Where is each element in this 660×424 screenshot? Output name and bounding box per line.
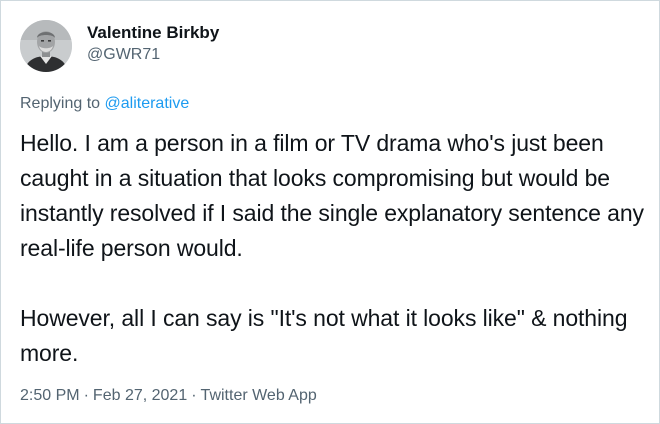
tweet-metadata: 2:50 PM · Feb 27, 2021 · Twitter Web App — [20, 386, 317, 406]
tweet-paragraph: Hello. I am a person in a film or TV dra… — [20, 130, 644, 261]
author-avatar[interactable] — [20, 20, 72, 72]
replying-to: Replying to @aliterative — [20, 94, 189, 114]
meta-separator: · — [83, 387, 89, 404]
author-names: Valentine Birkby @GWR71 — [87, 22, 219, 65]
author-display-name[interactable]: Valentine Birkby — [87, 22, 219, 44]
tweet-card: Valentine Birkby @GWR71 Replying to @ali… — [0, 0, 660, 424]
tweet-date[interactable]: Feb 27, 2021 — [93, 387, 187, 404]
avatar-portrait-icon — [20, 20, 72, 72]
tweet-text: Hello. I am a person in a film or TV dra… — [20, 126, 645, 371]
reply-mention-link[interactable]: @aliterative — [105, 95, 190, 112]
replying-to-label: Replying to — [20, 95, 101, 112]
tweet-header: Valentine Birkby @GWR71 — [20, 20, 219, 72]
author-handle[interactable]: @GWR71 — [87, 45, 219, 65]
tweet-time[interactable]: 2:50 PM — [20, 387, 80, 404]
tweet-source[interactable]: Twitter Web App — [201, 387, 317, 404]
meta-separator: · — [191, 387, 197, 404]
tweet-paragraph: However, all I can say is "It's not what… — [20, 305, 628, 366]
